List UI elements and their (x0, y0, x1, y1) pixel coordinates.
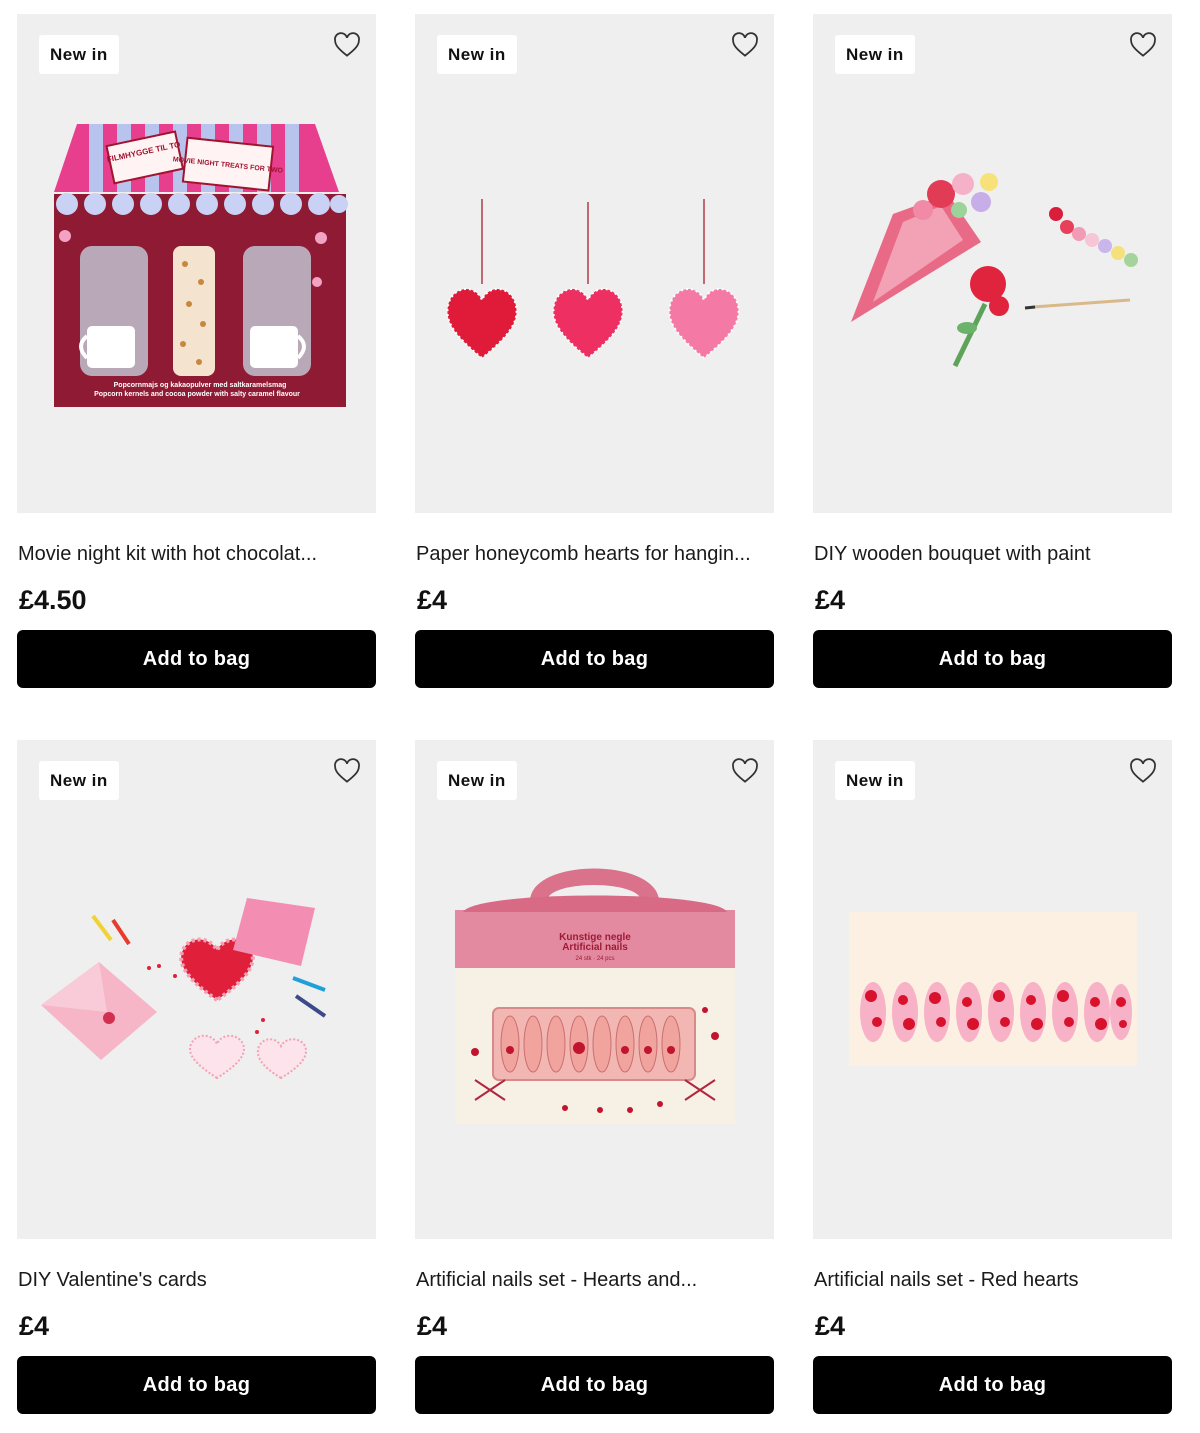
product-price: £4 (815, 1311, 846, 1341)
product-card[interactable]: Kunstige negle Artificial nails 24 stk ·… (415, 740, 774, 1433)
new-in-badge: New in (437, 35, 517, 74)
product-image-area[interactable]: New in (813, 740, 1172, 1239)
nails-box-label-3: 24 stk · 24 pcs (575, 956, 614, 962)
wishlist-heart-icon[interactable] (730, 30, 760, 60)
wishlist-heart-icon[interactable] (332, 30, 362, 60)
wishlist-heart-icon[interactable] (1128, 756, 1158, 786)
wishlist-heart-icon[interactable] (730, 756, 760, 786)
product-image-area[interactable]: New in (813, 14, 1172, 513)
new-in-badge: New in (437, 761, 517, 800)
product-image-nails-red-hearts (849, 912, 1137, 1066)
new-in-badge: New in (39, 35, 119, 74)
new-in-badge: New in (835, 35, 915, 74)
product-card[interactable]: New in DIY Valentine's cards £4 Add to b… (17, 740, 376, 1433)
product-title[interactable]: DIY Valentine's cards (18, 1268, 376, 1292)
product-card[interactable]: New in Paper honeycomb hearts for hangin… (415, 14, 774, 715)
product-card[interactable]: New in Artificial nails set - Red hearts… (813, 740, 1172, 1433)
add-to-bag-button[interactable]: Add to bag (415, 630, 774, 688)
add-to-bag-button[interactable]: Add to bag (415, 1356, 774, 1414)
add-to-bag-button[interactable]: Add to bag (813, 630, 1172, 688)
product-title[interactable]: Artificial nails set - Hearts and... (416, 1268, 774, 1292)
add-to-bag-button[interactable]: Add to bag (17, 630, 376, 688)
product-card[interactable]: New in DIY wooden bouquet with paint £4 … (813, 14, 1172, 715)
nails-box-label-2: Artificial nails (562, 942, 628, 953)
product-price: £4.50 (19, 585, 87, 615)
product-image-area[interactable]: FILMHYGGE TIL TO MOVIE NIGHT TREATS FOR … (17, 14, 376, 513)
product-image-valentine-cards (41, 898, 327, 1080)
product-title[interactable]: DIY wooden bouquet with paint (814, 542, 1172, 566)
product-image-area[interactable]: New in (17, 740, 376, 1239)
product-image-area[interactable]: New in (415, 14, 774, 513)
add-to-bag-button[interactable]: Add to bag (813, 1356, 1172, 1414)
new-in-badge: New in (39, 761, 119, 800)
product-price: £4 (815, 585, 846, 615)
product-image-movie-kit: FILMHYGGE TIL TO MOVIE NIGHT TREATS FOR … (54, 124, 348, 407)
new-in-badge: New in (835, 761, 915, 800)
product-price: £4 (417, 1311, 448, 1341)
product-title[interactable]: Artificial nails set - Red hearts (814, 1268, 1172, 1292)
add-to-bag-button[interactable]: Add to bag (17, 1356, 376, 1414)
product-image-area[interactable]: Kunstige negle Artificial nails 24 stk ·… (415, 740, 774, 1239)
product-card[interactable]: FILMHYGGE TIL TO MOVIE NIGHT TREATS FOR … (17, 14, 376, 715)
wishlist-heart-icon[interactable] (332, 756, 362, 786)
box-caption-1: Popcornmajs og kakaopulver med saltkaram… (114, 382, 287, 389)
product-price: £4 (19, 1311, 50, 1341)
product-price: £4 (417, 585, 448, 615)
wishlist-heart-icon[interactable] (1128, 30, 1158, 60)
product-title[interactable]: Movie night kit with hot chocolat... (18, 542, 376, 566)
box-caption-2: Popcorn kernels and cocoa powder with sa… (94, 391, 300, 398)
product-image-honeycomb-hearts (446, 199, 740, 360)
product-image-wooden-bouquet (851, 173, 1138, 368)
product-image-nails-hearts-bows: Kunstige negle Artificial nails 24 stk ·… (455, 868, 735, 1124)
product-title[interactable]: Paper honeycomb hearts for hangin... (416, 542, 774, 566)
